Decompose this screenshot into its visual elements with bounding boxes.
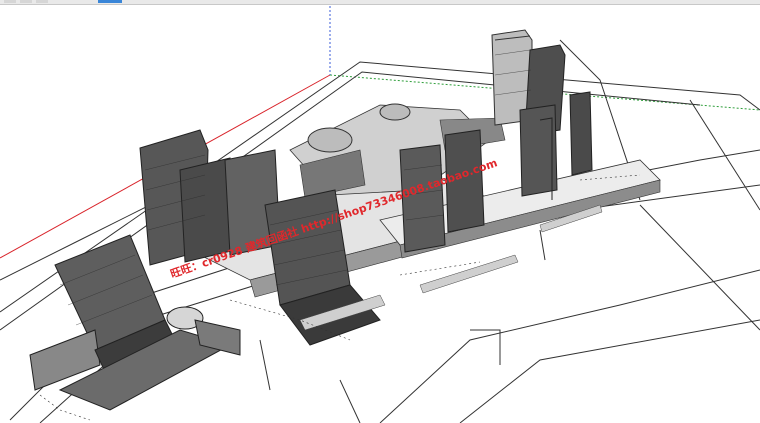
model-drawing: 旺旺：cr0928 建筑回函社 http://shop73346008.taob… <box>0 6 760 423</box>
model-viewport[interactable]: 旺旺：cr0928 建筑回函社 http://shop73346008.taob… <box>0 0 760 423</box>
